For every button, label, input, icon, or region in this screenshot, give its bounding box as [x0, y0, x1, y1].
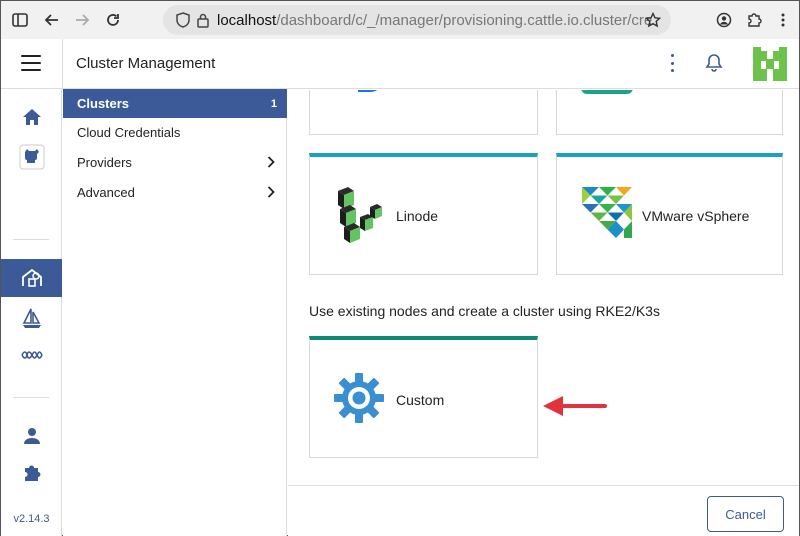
- app-header: Cluster Management: [1, 39, 799, 89]
- chevron-right-icon: [267, 186, 275, 201]
- nav-item-advanced[interactable]: Advanced: [63, 178, 287, 207]
- provider-card-partial[interactable]: [556, 90, 783, 135]
- section-title: Use existing nodes and create a cluster …: [309, 303, 660, 319]
- provider-logo-icon: [344, 90, 384, 99]
- extensions-rail-icon[interactable]: [1, 345, 62, 365]
- provider-card-label: Custom: [396, 392, 445, 408]
- page-title: Cluster Management: [76, 55, 216, 72]
- chevron-right-icon: [267, 156, 275, 171]
- nav-item-label: Advanced: [77, 185, 135, 200]
- nav-item-label: Providers: [77, 155, 132, 170]
- browser-toolbar: localhost/dashboard/c/_/manager/provisio…: [1, 1, 799, 39]
- browser-menu-icon[interactable]: [772, 9, 794, 31]
- url-text: localhost/dashboard/c/_/manager/provisio…: [217, 11, 653, 29]
- main-content: Linode VMware vSphere Use existing nodes…: [288, 90, 799, 536]
- vmware-icon: [582, 187, 634, 244]
- puzzle-extensions-icon[interactable]: [1, 461, 62, 485]
- annotation-arrow-icon: [541, 394, 609, 423]
- sidebar-toggle-icon[interactable]: [9, 9, 31, 31]
- shield-icon[interactable]: [173, 10, 193, 30]
- header-divider: [62, 39, 63, 88]
- back-icon[interactable]: [41, 9, 63, 31]
- account-icon[interactable]: [713, 9, 735, 31]
- cancel-button[interactable]: Cancel: [707, 496, 784, 532]
- nav-item-label: Cloud Credentials: [77, 125, 181, 140]
- user-avatar[interactable]: [753, 47, 787, 81]
- linode-icon: [332, 187, 384, 250]
- provider-card-partial[interactable]: [309, 90, 538, 135]
- footer-divider: [288, 485, 799, 486]
- reload-icon[interactable]: [102, 9, 124, 31]
- lock-icon[interactable]: [193, 10, 213, 30]
- nav-item-label: Clusters: [77, 96, 130, 111]
- fleet-sailboat-icon[interactable]: [1, 305, 62, 331]
- bookmark-star-icon[interactable]: [642, 9, 664, 31]
- users-icon[interactable]: [1, 425, 62, 447]
- left-rail: v2.14.3: [1, 89, 62, 536]
- rail-separator: [13, 239, 49, 240]
- notifications-bell-icon[interactable]: [705, 53, 723, 78]
- url-bar[interactable]: localhost/dashboard/c/_/manager/provisio…: [163, 5, 671, 35]
- nav-item-cloud-credentials[interactable]: Cloud Credentials: [63, 118, 287, 147]
- more-actions-icon[interactable]: [667, 54, 677, 72]
- provider-card-custom[interactable]: Custom: [309, 336, 538, 458]
- nav-item-providers[interactable]: Providers: [63, 148, 287, 177]
- cluster-management-nav: Clusters 1 Cloud Credentials Providers A…: [63, 89, 287, 536]
- nav-item-clusters[interactable]: Clusters 1: [63, 89, 287, 118]
- rail-separator: [13, 397, 49, 398]
- provider-card-linode[interactable]: Linode: [309, 153, 538, 275]
- cluster-management-icon[interactable]: [1, 259, 62, 297]
- cluster-explorer-icon[interactable]: [1, 143, 62, 171]
- gear-icon: [334, 373, 384, 428]
- hamburger-menu-icon[interactable]: [21, 55, 41, 71]
- provider-card-label: Linode: [396, 208, 439, 224]
- provider-logo-icon: [581, 90, 633, 99]
- provider-card-label: VMware vSphere: [642, 208, 750, 224]
- clusters-count-badge: 1: [270, 97, 277, 110]
- provider-card-vmware-vsphere[interactable]: VMware vSphere: [556, 153, 783, 275]
- home-icon[interactable]: [1, 105, 62, 129]
- extensions-icon[interactable]: [743, 9, 765, 31]
- version-label: v2.14.3: [13, 513, 50, 525]
- forward-icon[interactable]: [71, 9, 93, 31]
